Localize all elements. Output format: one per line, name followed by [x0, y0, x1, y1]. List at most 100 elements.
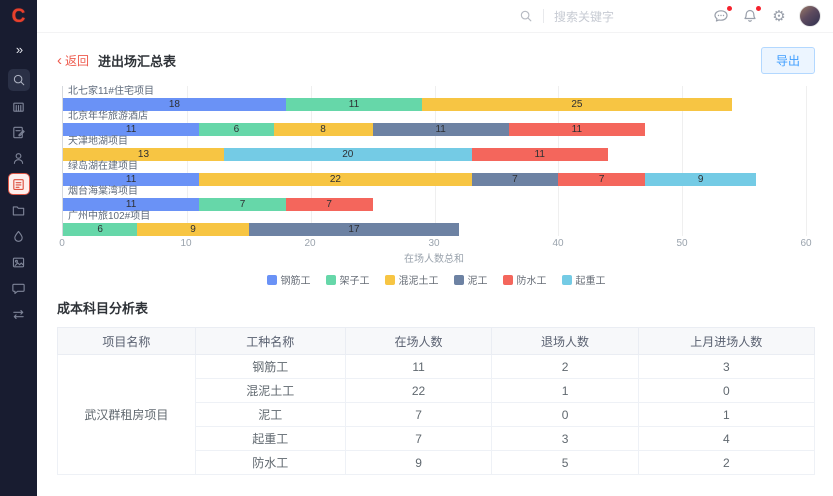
sidebar-item-search[interactable] — [8, 69, 30, 91]
chart-bar-segment[interactable]: 22 — [199, 173, 471, 186]
chart-bar-segment[interactable]: 17 — [249, 223, 460, 236]
table-cell: 7 — [345, 427, 492, 451]
user-avatar[interactable] — [799, 5, 821, 27]
table-header-row: 项目名称工种名称在场人数退场人数上月进场人数 — [58, 328, 815, 355]
sidebar-item-reports[interactable] — [8, 173, 30, 195]
chart-row: 天津地湖项目132011 — [63, 136, 806, 161]
legend-label: 钢筋工 — [281, 272, 311, 287]
legend-label: 架子工 — [340, 272, 370, 287]
legend-item[interactable]: 起重工 — [562, 272, 606, 287]
chart-row: 烟台海棠湾项目1177 — [63, 186, 806, 211]
chart-bar-segment[interactable]: 7 — [558, 173, 645, 186]
chart-bar-segment[interactable]: 7 — [199, 198, 286, 211]
table-cell: 钢筋工 — [195, 355, 345, 379]
chart-row: 北七家11#住宅项目181125 — [63, 86, 806, 111]
x-axis-tick: 30 — [428, 238, 439, 249]
notifications-button[interactable] — [741, 7, 759, 25]
topbar: 搜索关键字 ⚙ — [37, 0, 833, 33]
table-cell: 11 — [345, 355, 492, 379]
document-edit-icon — [11, 125, 26, 140]
legend-swatch-icon — [267, 275, 277, 285]
chart-row-label: 北七家11#住宅项目 — [63, 86, 806, 97]
legend-swatch-icon — [385, 275, 395, 285]
chart-bar-segment[interactable]: 9 — [137, 223, 248, 236]
table-body: 武汉群租房项目钢筋工1123混泥土工2210泥工701起重工734防水工952 — [58, 355, 815, 475]
analysis-table-title: 成本科目分析表 — [57, 298, 815, 317]
sidebar-expand-icon[interactable]: » — [16, 42, 21, 57]
gear-icon: ⚙ — [772, 9, 785, 24]
page-title: 进出场汇总表 — [98, 51, 176, 70]
chart-bar-segment[interactable]: 20 — [224, 148, 472, 161]
table-cell: 3 — [492, 427, 638, 451]
messages-badge — [727, 6, 732, 11]
chart-bar-segment[interactable]: 9 — [645, 173, 756, 186]
chart-bar-segment[interactable]: 6 — [63, 223, 137, 236]
legend-item[interactable]: 泥工 — [454, 272, 488, 287]
cost-analysis-table: 项目名称工种名称在场人数退场人数上月进场人数 武汉群租房项目钢筋工1123混泥土… — [57, 327, 815, 475]
chart-bar-segment[interactable]: 11 — [509, 123, 645, 136]
project-name-cell: 武汉群租房项目 — [58, 355, 196, 475]
chart-bar-segment[interactable]: 11 — [63, 198, 199, 211]
chart-bar-segment[interactable]: 7 — [472, 173, 559, 186]
legend-item[interactable]: 架子工 — [326, 272, 370, 287]
legend-swatch-icon — [454, 275, 464, 285]
table-cell: 防水工 — [195, 451, 345, 475]
sidebar-item-gallery[interactable] — [8, 251, 30, 273]
chart-row: 北京年华旅游酒店11681111 — [63, 111, 806, 136]
chart-bar-segment[interactable]: 7 — [286, 198, 373, 211]
messages-button[interactable] — [712, 7, 730, 25]
chart-bar-segment[interactable]: 18 — [63, 98, 286, 111]
table-column-header: 项目名称 — [58, 328, 196, 355]
chart-bar-segment[interactable]: 13 — [63, 148, 224, 161]
export-button[interactable]: 导出 — [761, 47, 815, 74]
sidebar-item-materials[interactable] — [8, 225, 30, 247]
table-cell: 2 — [638, 451, 814, 475]
chart-bar-segment[interactable]: 11 — [373, 123, 509, 136]
chart-bar-segment[interactable]: 11 — [472, 148, 608, 161]
table-cell: 22 — [345, 379, 492, 403]
table-cell: 5 — [492, 451, 638, 475]
sidebar-item-projects[interactable] — [8, 95, 30, 117]
chart-row-label: 天津地湖项目 — [63, 136, 806, 147]
chart-bar-segment[interactable]: 11 — [286, 98, 422, 111]
chart-legend: 钢筋工 架子工 混泥土工泥工防水工起重工 — [57, 272, 815, 287]
sidebar-item-documents[interactable] — [8, 121, 30, 143]
bell-icon — [742, 8, 758, 24]
legend-item[interactable]: 防水工 — [503, 272, 547, 287]
legend-label: 混泥土工 — [399, 272, 439, 287]
app-logo: C — [12, 5, 26, 29]
chart-bar-segment[interactable]: 8 — [274, 123, 373, 136]
main-content: ‹ 返回 进出场汇总表 导出 北七家11#住宅项目181125北京年华旅游酒店1… — [37, 33, 833, 496]
chart-bar-segment[interactable]: 6 — [199, 123, 273, 136]
legend-item[interactable]: 钢筋工 — [267, 272, 311, 287]
x-axis-tick: 50 — [676, 238, 687, 249]
sidebar-item-messages[interactable] — [8, 277, 30, 299]
chart-row-label: 北京年华旅游酒店 — [63, 111, 806, 122]
table-cell: 1 — [492, 379, 638, 403]
back-button[interactable]: 返回 — [65, 52, 89, 69]
legend-swatch-icon — [562, 275, 572, 285]
global-search-input[interactable]: 搜索关键字 — [519, 8, 672, 25]
settings-button[interactable]: ⚙ — [770, 7, 788, 25]
x-axis-tick: 10 — [180, 238, 191, 249]
droplet-icon — [11, 229, 26, 244]
chart-bar-segment[interactable]: 25 — [422, 98, 732, 111]
x-axis-tick: 0 — [59, 238, 65, 249]
table-cell: 1 — [638, 403, 814, 427]
image-card-icon — [11, 255, 26, 270]
table-cell: 3 — [638, 355, 814, 379]
chart-bar-segment[interactable]: 11 — [63, 123, 199, 136]
table-cell: 9 — [345, 451, 492, 475]
sidebar-item-workflow[interactable] — [8, 303, 30, 325]
chat-icon — [11, 281, 26, 296]
table-column-header: 上月进场人数 — [638, 328, 814, 355]
search-placeholder: 搜索关键字 — [554, 8, 672, 25]
chart-bar: 1122779 — [63, 173, 806, 186]
legend-swatch-icon — [326, 275, 336, 285]
sidebar-item-folders[interactable] — [8, 199, 30, 221]
legend-item[interactable]: 混泥土工 — [385, 272, 439, 287]
chart-row-label: 广州中旅102#项目 — [63, 211, 806, 222]
sidebar-item-personnel[interactable] — [8, 147, 30, 169]
chart-bar-segment[interactable]: 11 — [63, 173, 199, 186]
table-column-header: 在场人数 — [345, 328, 492, 355]
